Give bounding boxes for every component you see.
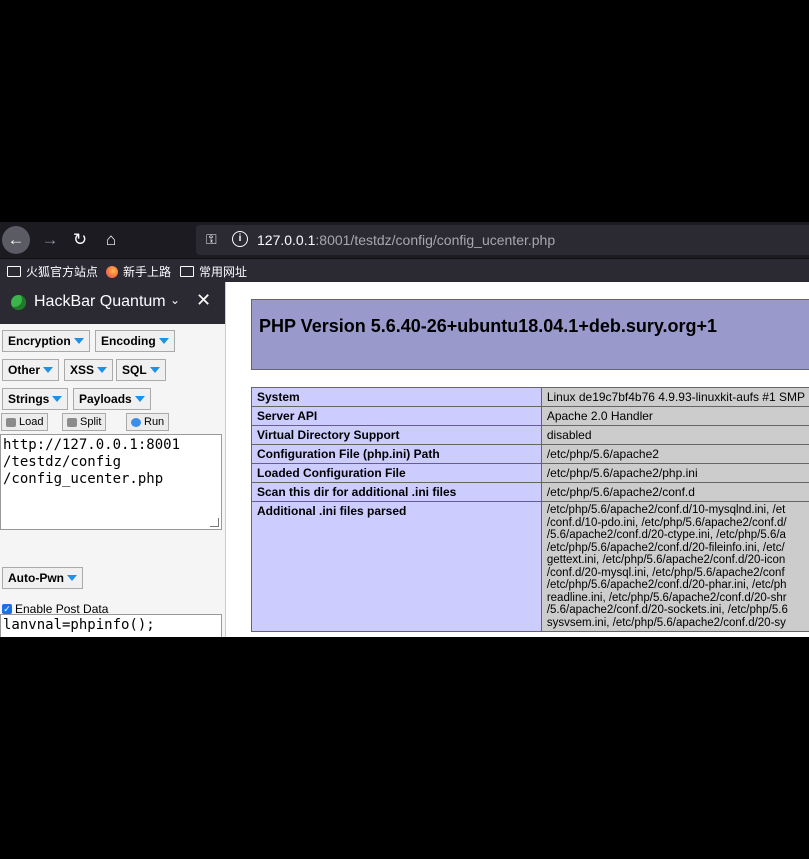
encoding-menu-button[interactable]: Encoding [95,330,175,352]
hackbar-sidebar: HackBar Quantum ⌄ ✕ Encryption Encoding … [0,282,226,637]
autopwn-menu-button[interactable]: Auto-Pwn [2,567,83,589]
strings-menu-button[interactable]: Strings [2,388,69,410]
table-row: Scan this dir for additional .ini files /… [251,482,809,502]
folder-icon [180,266,194,277]
sql-menu-button[interactable]: SQL [116,359,166,381]
sidebar-header: HackBar Quantum ⌄ ✕ [0,282,225,324]
page-content: PHP Version 5.6.40-26+ubuntu18.04.1+deb.… [226,282,809,637]
hackbar-panel: Encryption Encoding Other XSS SQL String… [0,324,225,637]
dropdown-triangle-icon [43,367,54,373]
back-arrow-icon[interactable]: ← [2,226,30,254]
home-icon[interactable]: ⌂ [97,226,125,254]
php-version-title: PHP Version 5.6.40-26+ubuntu18.04.1+deb.… [259,316,718,336]
bookmark-firefox-official[interactable]: 火狐官方站点 [7,263,98,280]
info-icon[interactable]: i [232,231,248,247]
hackbar-logo-icon [11,295,26,310]
php-version-banner: PHP Version 5.6.40-26+ubuntu18.04.1+deb.… [251,299,809,370]
table-row: System Linux de19c7bf4b76 4.9.93-linuxkit… [251,387,809,407]
bookmark-common-sites[interactable]: 常用网址 [180,263,247,280]
resize-grip-icon[interactable] [210,518,219,527]
load-button[interactable]: Load [1,413,49,431]
browser-window: ← → ↻ ⌂ ⚿ i 127.0.0.1:8001/testdz/config… [0,222,809,637]
dropdown-triangle-icon [97,367,108,373]
reload-icon[interactable]: ↻ [66,226,94,254]
table-row: Additional .ini files parsed /etc/php/5.… [251,501,809,632]
bookmark-getting-started[interactable]: 新手上路 [106,263,171,280]
chevron-down-icon[interactable]: ⌄ [170,293,180,307]
load-icon [6,417,16,427]
table-row: Server API Apache 2.0 Handler [251,406,809,426]
payloads-menu-button[interactable]: Payloads [73,388,151,410]
browser-toolbar: ← → ↻ ⌂ ⚿ i 127.0.0.1:8001/testdz/config… [0,222,809,258]
run-button[interactable]: Run [126,413,170,431]
additional-ini-list: /etc/php/5.6/apache2/conf.d/10-mysqlnd.i… [540,501,809,632]
table-row: Virtual Directory Support disabled [251,425,809,445]
url-bar[interactable]: ⚿ i 127.0.0.1:8001/testdz/config/config_… [196,225,809,255]
split-button[interactable]: Split [62,413,107,431]
post-data-textarea[interactable]: lanvnal=phpinfo(); [0,614,222,637]
sidebar-title[interactable]: HackBar Quantum [34,293,166,311]
table-row: Configuration File (php.ini) Path/etc/ph… [251,444,809,464]
dropdown-triangle-icon [134,396,145,402]
phpinfo-table: System Linux de19c7bf4b76 4.9.93-linuxkit… [251,387,809,632]
table-row: Loaded Configuration File/etc/php/5.6/ap… [251,463,809,483]
firefox-icon [106,265,118,278]
bookmarks-bar: 火狐官方站点 新手上路 常用网址 [0,258,809,283]
split-icon [67,417,77,427]
dropdown-triangle-icon [73,338,84,344]
run-icon [131,417,141,427]
encryption-menu-button[interactable]: Encryption [2,330,90,352]
xss-menu-button[interactable]: XSS [64,359,114,381]
url-text[interactable]: 127.0.0.1:8001/testdz/config/config_ucen… [257,232,555,248]
close-icon[interactable]: ✕ [196,290,211,311]
shield-icon[interactable]: ⚿ [206,231,217,248]
dropdown-triangle-icon [52,396,63,402]
url-textarea[interactable]: http://127.0.0.1:8001 /testdz/config /co… [0,434,222,530]
forward-arrow-icon[interactable]: → [36,226,64,254]
dropdown-triangle-icon [149,367,160,373]
dropdown-triangle-icon [158,338,169,344]
checkmark-icon[interactable]: ✓ [2,604,12,614]
dropdown-triangle-icon [67,575,77,581]
other-menu-button[interactable]: Other [2,359,60,381]
folder-icon [7,266,21,277]
